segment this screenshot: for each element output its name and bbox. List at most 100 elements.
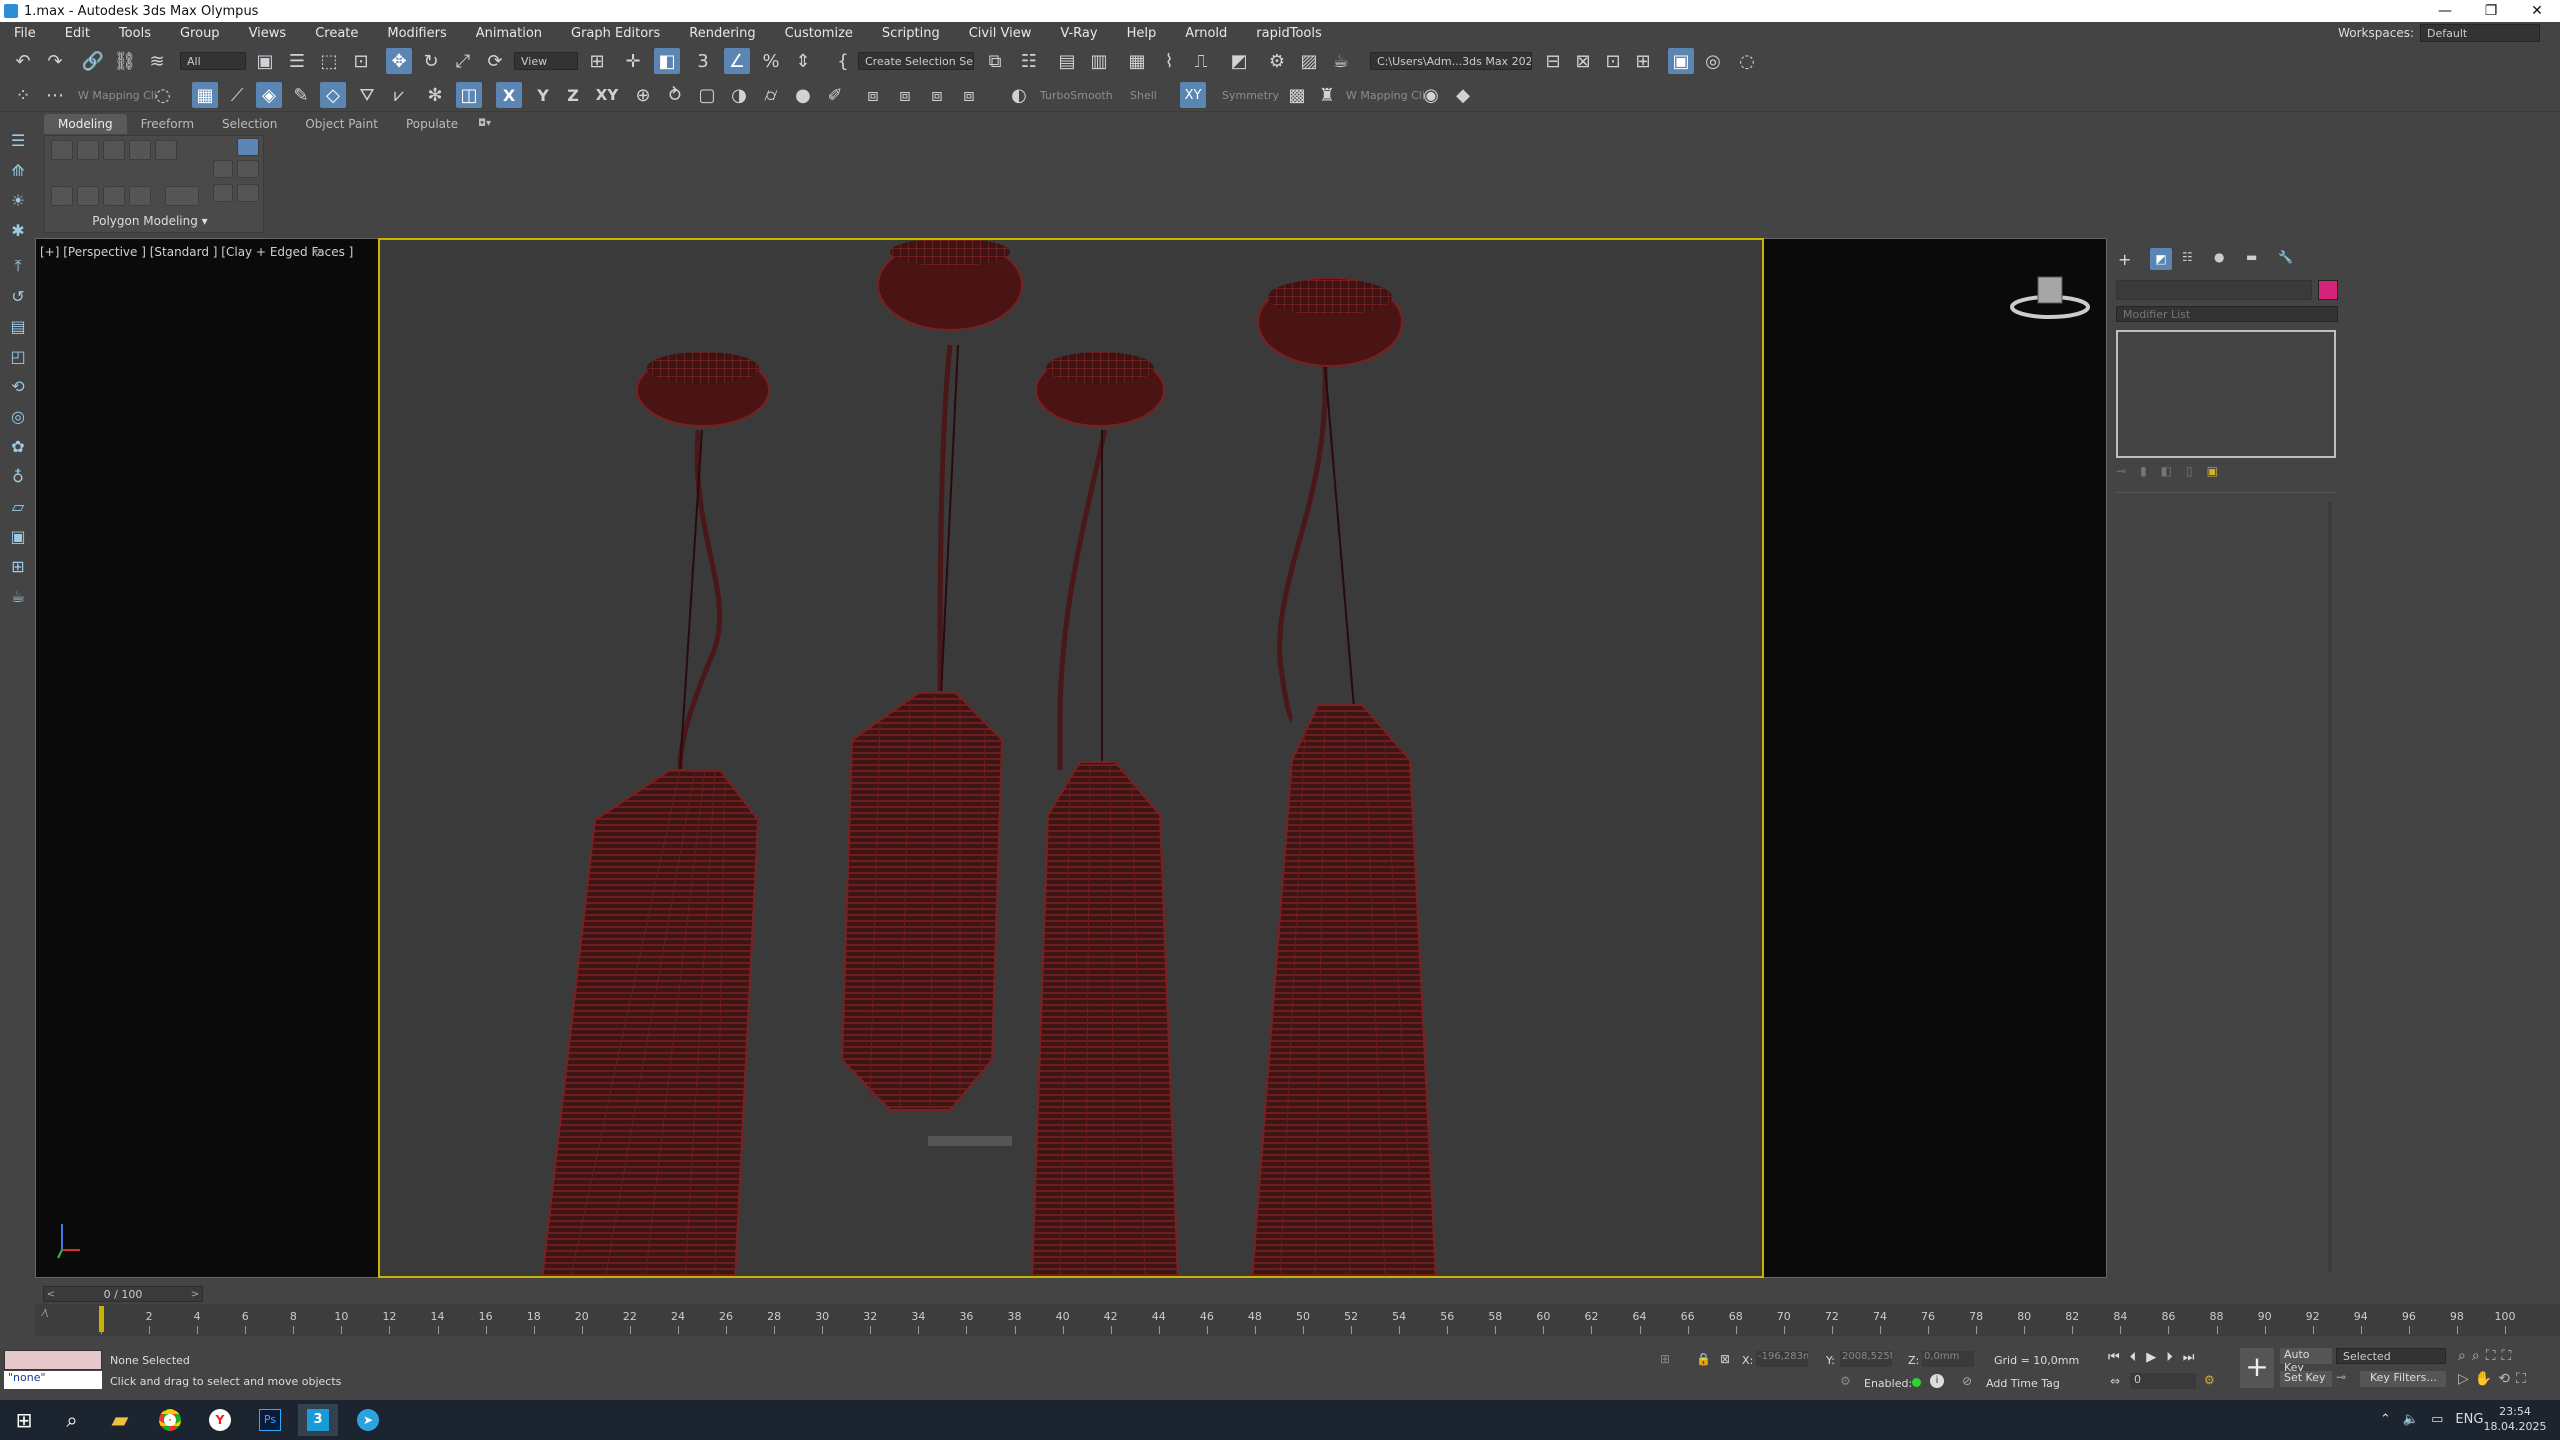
time-config-icon[interactable]: ⚙ — [2204, 1373, 2215, 1387]
symmetry-icon[interactable]: XY — [1180, 82, 1206, 108]
schematic-view-icon[interactable]: ⎍ — [1188, 48, 1214, 74]
w-mapping-label-2[interactable]: W Mapping Cli — [1346, 89, 1425, 102]
volume-icon[interactable]: 🔈 — [2403, 1412, 2419, 1427]
project-path-dropdown[interactable]: C:\Users\Adm...3ds Max 2024 — [1370, 52, 1532, 70]
select-object-icon[interactable]: ▣ — [252, 48, 278, 74]
yandex-browser-icon[interactable]: Y — [200, 1404, 240, 1436]
3dsmax-taskbar-icon[interactable]: 3 — [298, 1404, 338, 1436]
project-config-icon[interactable]: ⊞ — [1630, 48, 1656, 74]
menu-tools[interactable]: Tools — [105, 26, 166, 41]
viewcube[interactable] — [2008, 275, 2092, 325]
light-side-icon[interactable]: ☀ — [6, 188, 30, 212]
menu-help[interactable]: Help — [1113, 26, 1172, 41]
pivot-center-icon[interactable]: ⊞ — [584, 48, 610, 74]
key-mode-dropdown[interactable]: Selected — [2336, 1348, 2446, 1364]
snaps-toggle-icon[interactable]: 3 — [690, 48, 716, 74]
clock[interactable]: 23:54 18.04.2025 — [2480, 1404, 2550, 1434]
scene-explorer-side-icon[interactable]: ☰ — [6, 128, 30, 152]
loop-icon[interactable]: ⥁ — [662, 82, 688, 108]
utilities-tab-icon[interactable]: 🔧 — [2278, 250, 2293, 264]
orbit-side-icon[interactable]: ⟲ — [6, 374, 30, 398]
undo-icon[interactable]: ↶ — [10, 48, 36, 74]
auto-key-button[interactable]: Auto Key — [2280, 1348, 2332, 1374]
layer-stack-3-icon[interactable]: ⧈ — [924, 82, 950, 108]
curve-editor-icon[interactable]: ⌇ — [1156, 48, 1182, 74]
ref-coord-dropdown[interactable]: View — [514, 52, 578, 70]
motion-tab-icon[interactable]: ● — [2214, 250, 2224, 264]
render-setup-icon[interactable]: ⚙ — [1264, 48, 1290, 74]
sphere-icon[interactable]: ● — [790, 82, 816, 108]
edit-named-selection-icon[interactable]: { — [830, 48, 856, 74]
current-frame-marker[interactable] — [99, 1306, 104, 1332]
rendered-frame-icon[interactable]: ▨ — [1296, 48, 1322, 74]
render-side-icon[interactable]: ▣ — [6, 524, 30, 548]
hierarchy-side-icon[interactable]: ⟰ — [6, 158, 30, 182]
select-rotate-icon[interactable]: ↻ — [418, 48, 444, 74]
project-save-icon[interactable]: ⊡ — [1600, 48, 1626, 74]
tab-freeform[interactable]: Freeform — [127, 114, 208, 134]
select-place-icon[interactable]: ⟳ — [482, 48, 508, 74]
repeat-button[interactable] — [77, 186, 99, 206]
y-coord-field[interactable]: 2008,525t — [1840, 1351, 1892, 1367]
telegram-icon[interactable]: ➤ — [348, 1404, 388, 1436]
tab-selection[interactable]: Selection — [208, 114, 291, 134]
object-name-field[interactable] — [2116, 280, 2312, 300]
face-snap-icon[interactable]: ◇ — [320, 82, 346, 108]
track-bar[interactable]: ⁄\ 2 4 6 8 10 12 14 16 18 20 22 24 26 28 30 32 34 36 38 40 4… — [35, 1304, 2560, 1336]
remove-modifier-icon[interactable]: ▯ — [2186, 464, 2193, 484]
ring-icon[interactable]: ⊕ — [630, 82, 656, 108]
adaptive-degradation-icon[interactable]: ⚙ — [1840, 1374, 1851, 1388]
menu-vray[interactable]: V-Ray — [1046, 26, 1112, 41]
axis-x-toggle[interactable]: X — [496, 82, 522, 108]
time-slider-next[interactable]: > — [188, 1289, 202, 1300]
funnel-icon[interactable]: ⛛ — [354, 82, 380, 108]
helper-side-icon[interactable]: ⤒ — [6, 254, 30, 278]
zoom-icon[interactable]: ⌕ — [2458, 1348, 2466, 1364]
collapse-stack-button[interactable] — [213, 160, 233, 178]
uvw-icon[interactable]: ♜ — [1314, 82, 1340, 108]
redo-icon[interactable]: ↷ — [42, 48, 68, 74]
project-open-icon[interactable]: ⊠ — [1570, 48, 1596, 74]
named-selection-dropdown[interactable]: Create Selection Se — [858, 52, 974, 70]
vertex-snap-icon[interactable]: ◈ — [256, 82, 282, 108]
turbosmooth-icon[interactable]: ◐ — [1006, 82, 1032, 108]
photoshop-icon[interactable]: Ps — [250, 1404, 290, 1436]
tab-modeling[interactable]: Modeling — [44, 114, 127, 134]
zoom-extents-all-icon[interactable]: ⛶ — [2502, 1348, 2512, 1364]
search-icon[interactable]: ⌕ — [52, 1404, 92, 1436]
play-icon[interactable]: ▶ — [2146, 1350, 2156, 1365]
info-icon[interactable]: i — [1930, 1374, 1944, 1388]
edge-snap-icon[interactable]: ⟋ — [224, 82, 250, 108]
layer-stack-2-icon[interactable]: ⧈ — [892, 82, 918, 108]
preserve-uvs-button[interactable] — [129, 186, 151, 206]
menu-edit[interactable]: Edit — [51, 26, 105, 41]
bulb-side-icon[interactable]: ♁ — [6, 464, 30, 488]
modifier-list-dropdown[interactable]: Modifier List — [2116, 306, 2338, 322]
tab-object-paint[interactable]: Object Paint — [291, 114, 392, 134]
sphere-side-icon[interactable]: ◎ — [6, 404, 30, 428]
turbosmooth-label[interactable]: TurboSmooth — [1040, 89, 1113, 102]
make-unique-icon[interactable]: ◧ — [2161, 464, 2172, 484]
tag-side-icon[interactable]: ◰ — [6, 344, 30, 368]
project-folder-icon[interactable]: ⊟ — [1540, 48, 1566, 74]
toggle-ribbon-icon[interactable]: ▦ — [1124, 48, 1150, 74]
menu-group[interactable]: Group — [166, 26, 235, 41]
cylinder-icon[interactable]: ⌭ — [758, 82, 784, 108]
ribbon-next-button[interactable] — [237, 160, 259, 178]
rect-selection-icon[interactable]: ⬚ — [316, 48, 342, 74]
axis-z-toggle[interactable]: Z — [560, 82, 586, 108]
menu-rapidtools[interactable]: rapidTools — [1242, 26, 1336, 41]
time-slider[interactable]: < 0 / 100 > — [43, 1286, 203, 1302]
polygon-mode-button[interactable] — [129, 140, 151, 160]
network-icon[interactable]: ▭ — [2431, 1412, 2443, 1427]
select-by-name-icon[interactable]: ☰ — [284, 48, 310, 74]
enabled-indicator[interactable] — [1912, 1378, 1921, 1387]
time-slider-prev[interactable]: < — [44, 1289, 58, 1300]
checker-icon[interactable]: ▩ — [1284, 82, 1310, 108]
modify-mode-button[interactable] — [51, 186, 73, 206]
show-end-result-icon[interactable]: ▮ — [2140, 464, 2147, 484]
orbit-icon[interactable]: ⟲ — [2498, 1371, 2510, 1387]
layer-stack-icon[interactable]: ⧈ — [860, 82, 886, 108]
select-move-icon[interactable]: ✥ — [386, 48, 412, 74]
shell-label[interactable]: Shell — [1130, 89, 1157, 102]
